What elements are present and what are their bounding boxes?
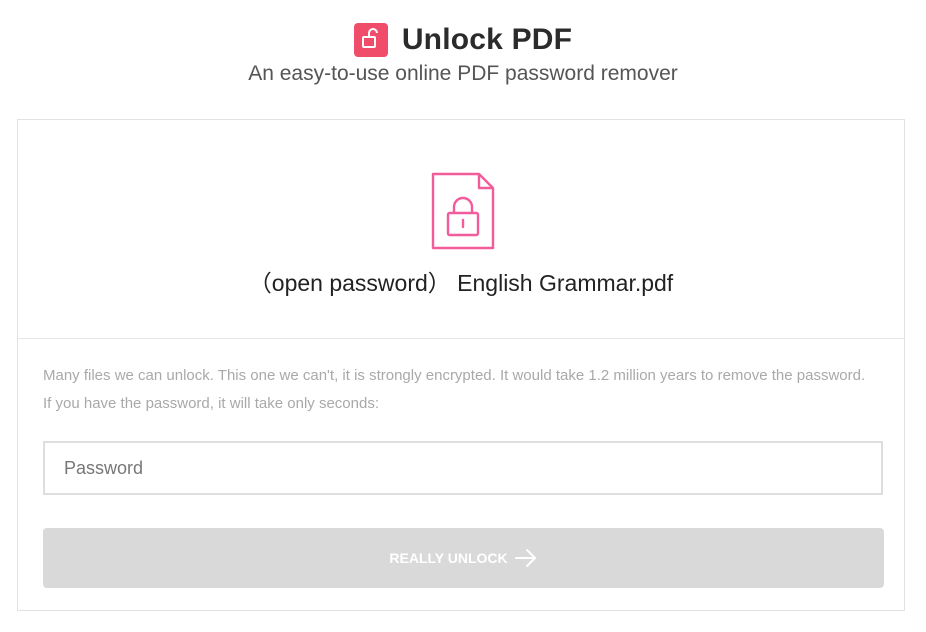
page-subtitle: An easy-to-use online PDF password remov… (248, 62, 678, 85)
really-unlock-button[interactable]: REALLY UNLOCK (43, 528, 884, 588)
file-name: （open password） English Grammar.pdf (248, 270, 674, 296)
unlock-card: （open password） English Grammar.pdf Many… (17, 119, 905, 611)
title-row: Unlock PDF (0, 18, 926, 62)
locked-file-icon (430, 171, 496, 251)
arrow-right-icon (514, 548, 538, 568)
really-unlock-label: REALLY UNLOCK (389, 550, 508, 566)
file-panel: （open password） English Grammar.pdf (18, 120, 904, 339)
password-input[interactable] (43, 441, 883, 495)
encryption-message-text: Many files we can unlock. This one we ca… (43, 367, 866, 384)
page-header: Unlock PDF An easy-to-use online PDF pas… (0, 0, 926, 110)
password-prompt-text: If you have the password, it will take o… (43, 395, 380, 412)
page-title: Unlock PDF (401, 23, 573, 56)
encryption-message: Many files we can unlock. This one we ca… (43, 362, 883, 418)
unlock-logo-icon (353, 23, 388, 57)
